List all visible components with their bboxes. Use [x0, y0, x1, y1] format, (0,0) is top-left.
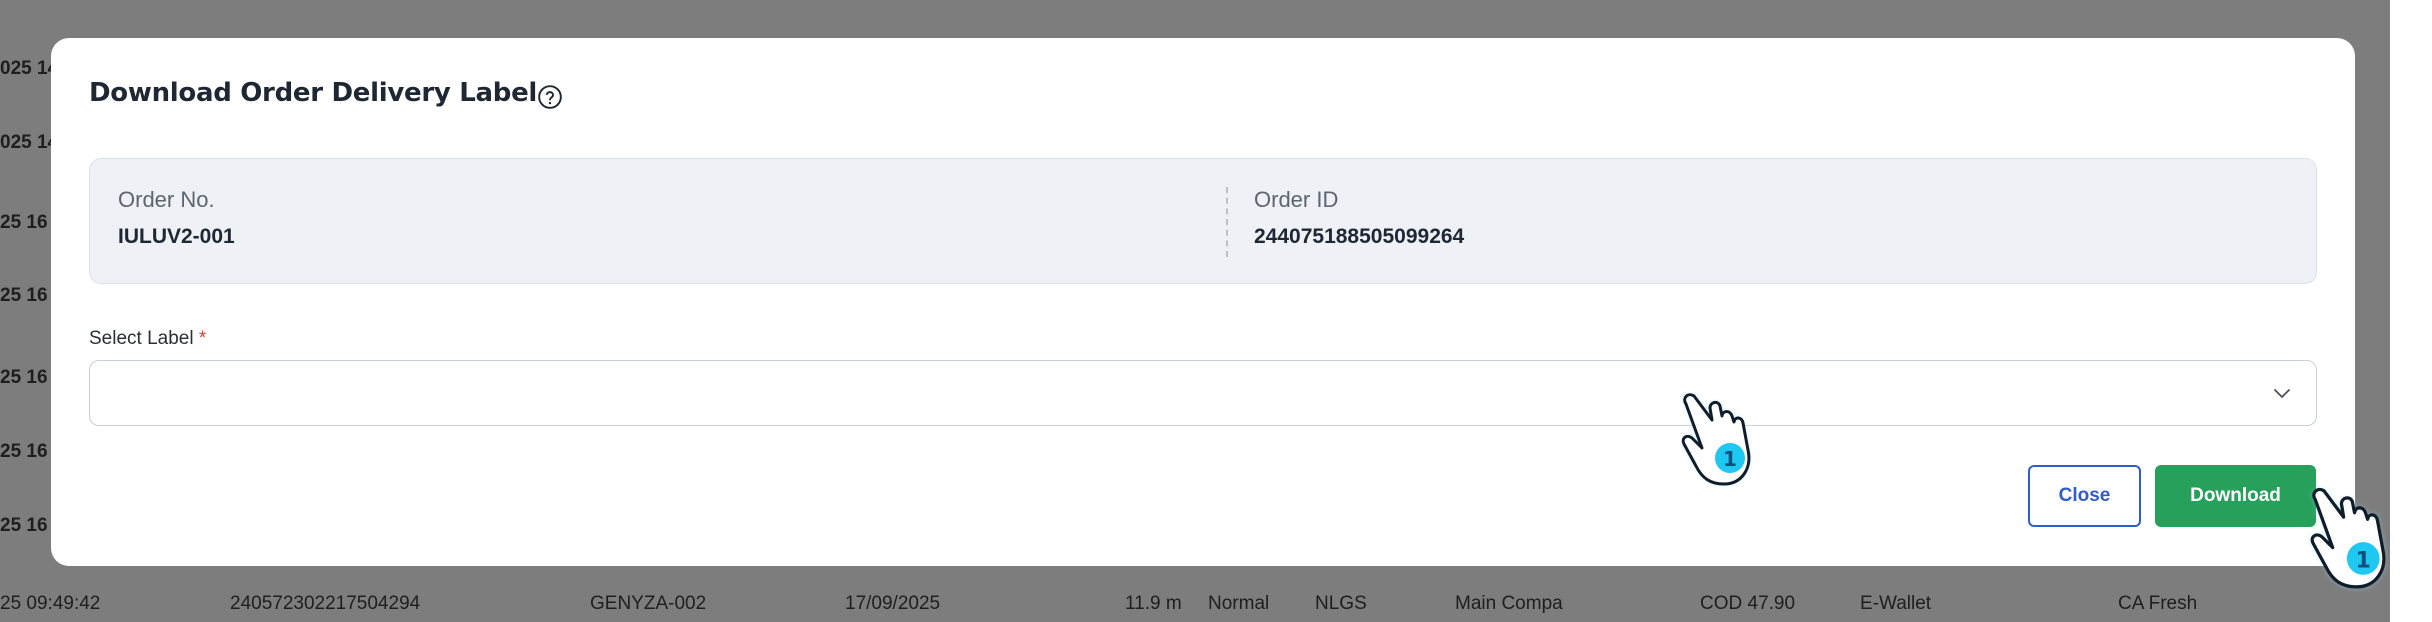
info-divider — [1226, 187, 1228, 257]
bg-bottom-cell: 25 09:49:42 — [0, 593, 101, 614]
select-label-dropdown[interactable] — [89, 360, 2317, 426]
bg-bottom-cell: Main Compa — [1455, 593, 1563, 614]
bg-bottom-cell: NLGS — [1315, 593, 1367, 614]
bg-bottom-cell: E-Wallet — [1860, 593, 1932, 614]
bg-bottom-cell: CA Fresh — [2118, 593, 2198, 614]
bg-bottom-cell: 17/09/2025 — [845, 593, 941, 614]
download-label-modal: Download Order Delivery Label Order No. … — [51, 38, 2355, 566]
pointer-hand-cursor-2: 1 — [2310, 487, 2386, 589]
bg-left-cell: 25 16 — [0, 212, 48, 233]
bg-bottom-cell: COD 47.90 — [1700, 593, 1796, 614]
order-id-value: 244075188505099264 — [1254, 225, 1465, 248]
order-id-label: Order ID — [1254, 187, 1339, 212]
bg-bottom-cell: 240572302217504294 — [230, 593, 421, 614]
bg-left-cell: 25 16 — [0, 441, 48, 462]
download-button[interactable]: Download — [2155, 465, 2316, 527]
bg-bottom-cell: 11.9 m — [1125, 593, 1182, 614]
help-circle-icon[interactable] — [537, 84, 563, 110]
bg-left-cell: 025 14 — [0, 58, 59, 79]
bg-bottom-cell: Normal — [1208, 593, 1270, 614]
required-mark: * — [198, 328, 207, 349]
order-no-value: IULUV2-001 — [118, 225, 235, 248]
bg-left-cell: 025 14 — [0, 132, 59, 153]
order-no-label: Order No. — [118, 187, 215, 212]
bg-left-cell: 25 16 — [0, 285, 48, 306]
cursor-badge: 1 — [2356, 548, 2371, 573]
bg-bottom-cell: GENYZA-002 — [590, 593, 707, 614]
pointer-hand-cursor-1: 1 — [1681, 393, 1751, 486]
cursor-badge: 1 — [1723, 447, 1737, 471]
modal-title: Download Order Delivery Label — [89, 78, 538, 108]
chevron-down-icon — [2274, 389, 2290, 398]
bg-left-cell: 25 16 — [0, 367, 48, 388]
select-label-caption: Select Label * — [89, 328, 206, 350]
close-button[interactable]: Close — [2028, 465, 2141, 527]
bg-left-cell: 25 16 — [0, 515, 48, 536]
select-label-text: Select Label — [89, 328, 194, 349]
order-info-box: Order No. IULUV2-001 Order ID 2440751885… — [89, 158, 2317, 284]
